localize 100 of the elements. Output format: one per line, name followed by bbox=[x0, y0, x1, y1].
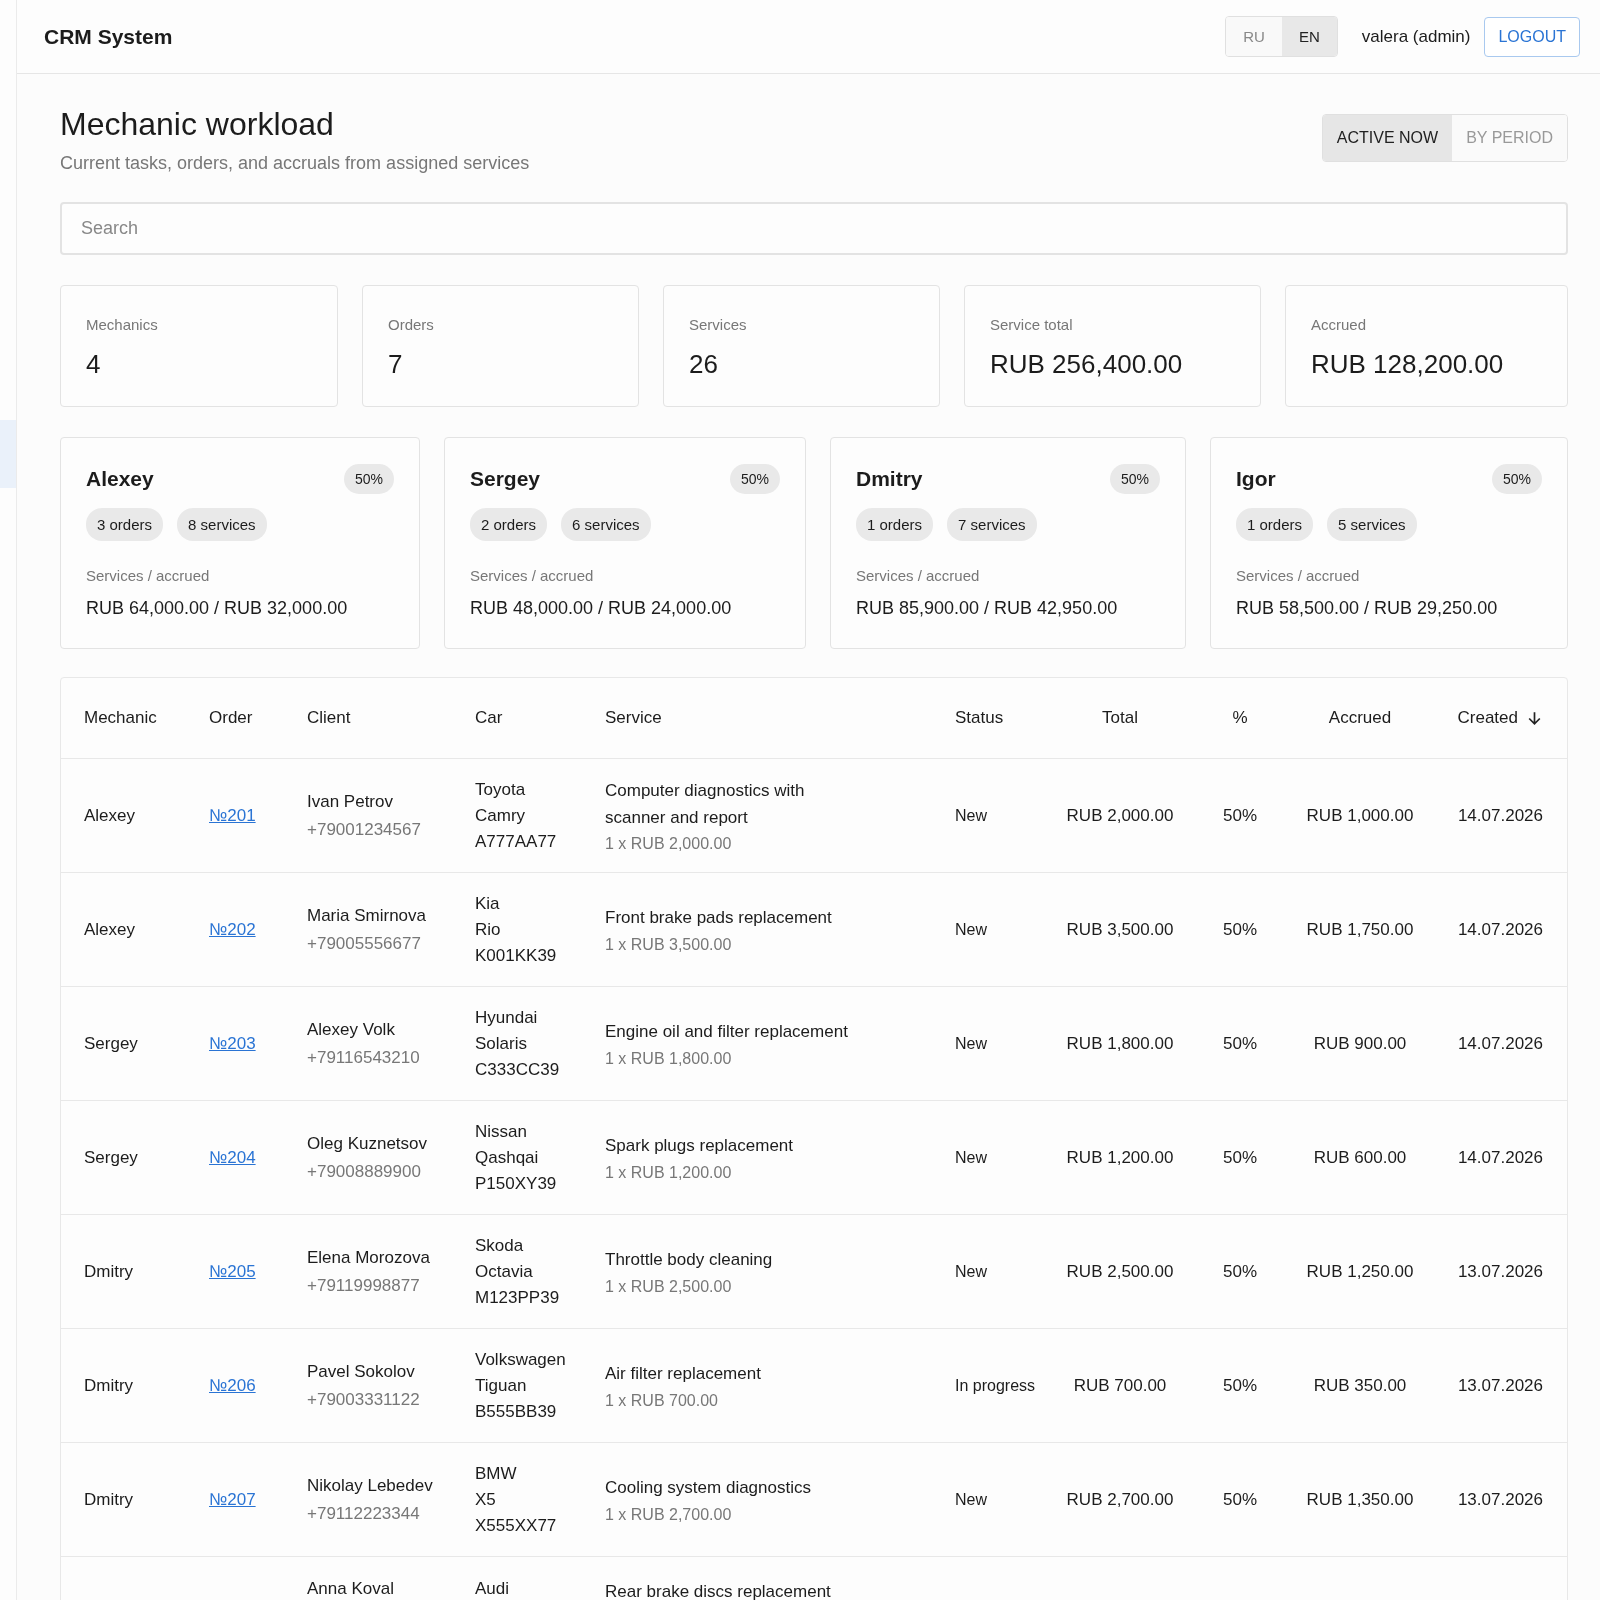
car-info: BMW bbox=[475, 1463, 517, 1484]
total-cell: RUB 700.00 bbox=[1073, 1375, 1167, 1396]
created-cell: 14.07.2026 bbox=[1457, 1033, 1543, 1054]
order-link[interactable]: №207 bbox=[209, 1489, 256, 1510]
accrued-cell: RUB 1,350.00 bbox=[1306, 1489, 1414, 1510]
client-name: Maria Smirnova bbox=[307, 905, 427, 926]
car-info: P150XY39 bbox=[475, 1173, 557, 1194]
created-cell: 13.07.2026 bbox=[1457, 1375, 1543, 1396]
stat-value: 26 bbox=[689, 349, 718, 380]
total-cell: RUB 1,800.00 bbox=[1066, 1033, 1174, 1054]
language-tab[interactable]: RU bbox=[1226, 17, 1282, 56]
client-phone: +79001234567 bbox=[307, 819, 421, 840]
client-phone: +79112223344 bbox=[307, 1503, 420, 1524]
stat-value: RUB 256,400.00 bbox=[990, 349, 1183, 380]
service-name: Computer diagnostics with scanner and report bbox=[605, 780, 806, 829]
car-info: X555XX77 bbox=[475, 1515, 557, 1536]
car-info: Audi bbox=[475, 1579, 510, 1599]
column-header[interactable]: Total bbox=[1102, 708, 1138, 728]
column-header[interactable]: Mechanic bbox=[84, 708, 157, 728]
mechanic-cell: Alexey bbox=[84, 919, 136, 940]
service-name: Cooling system diagnostics bbox=[605, 1477, 811, 1500]
sort-descending-icon[interactable] bbox=[1526, 709, 1543, 727]
totals-label: Services / accrued bbox=[86, 567, 210, 584]
car-info: Toyota bbox=[475, 779, 526, 800]
created-cell: 13.07.2026 bbox=[1457, 1261, 1543, 1282]
service-name: Throttle body cleaning bbox=[605, 1249, 773, 1272]
totals-label: Services / accrued bbox=[856, 567, 980, 584]
accrued-cell: RUB 600.00 bbox=[1313, 1147, 1407, 1168]
service-detail: 1 x RUB 1,800.00 bbox=[605, 1049, 732, 1068]
created-cell: 13.07.2026 bbox=[1457, 1489, 1543, 1510]
car-info: Tiguan bbox=[475, 1375, 527, 1396]
page-subtitle: Current tasks, orders, and accruals from assigned services bbox=[60, 153, 530, 174]
client-phone: +79116543210 bbox=[307, 1047, 420, 1068]
page-title: Mechanic workload bbox=[60, 106, 335, 143]
mechanic-cell: Dmitry bbox=[84, 1261, 134, 1282]
service-detail: 1 x RUB 3,500.00 bbox=[605, 935, 732, 954]
service-detail: 1 x RUB 2,500.00 bbox=[605, 1277, 732, 1296]
percent-cell: 50% bbox=[1223, 1489, 1257, 1510]
client-name: Pavel Sokolov bbox=[307, 1361, 415, 1382]
column-header[interactable]: Service bbox=[605, 708, 662, 728]
orders-count-badge: 2 orders bbox=[470, 508, 548, 541]
order-link[interactable]: №201 bbox=[209, 805, 256, 826]
services-count-badge: 6 services bbox=[561, 508, 651, 541]
percent-cell: 50% bbox=[1223, 1033, 1257, 1054]
totals-value: RUB 85,900.00 / RUB 42,950.00 bbox=[856, 598, 1118, 619]
total-cell: RUB 2,000.00 bbox=[1066, 805, 1174, 826]
car-info: C333CC39 bbox=[475, 1059, 560, 1080]
mechanic-cell: Alexey bbox=[84, 805, 136, 826]
service-detail: 1 x RUB 2,000.00 bbox=[605, 834, 732, 853]
client-name: Elena Morozova bbox=[307, 1247, 430, 1268]
column-header[interactable]: Accrued bbox=[1328, 708, 1392, 728]
column-header[interactable]: Car bbox=[475, 708, 503, 728]
column-header[interactable]: Status bbox=[955, 708, 1004, 728]
service-name: Air filter replacement bbox=[605, 1363, 761, 1386]
totals-value: RUB 64,000.00 / RUB 32,000.00 bbox=[86, 598, 348, 619]
order-link[interactable]: №204 bbox=[209, 1147, 256, 1168]
status-cell: New bbox=[955, 920, 987, 939]
order-link[interactable]: №206 bbox=[209, 1375, 256, 1396]
stat-value: 4 bbox=[86, 349, 101, 380]
column-header[interactable]: Created bbox=[1457, 708, 1518, 728]
services-count-badge: 5 services bbox=[1327, 508, 1417, 541]
column-header[interactable]: Client bbox=[307, 708, 351, 728]
mechanic-name: Alexey bbox=[86, 467, 154, 491]
car-info: X5 bbox=[475, 1489, 496, 1510]
search-field[interactable]: Search bbox=[60, 202, 1568, 255]
status-cell: New bbox=[955, 1262, 987, 1281]
service-detail: 1 x RUB 700.00 bbox=[605, 1391, 718, 1410]
order-link[interactable]: №202 bbox=[209, 919, 256, 940]
user-name: valera (admin) bbox=[1361, 26, 1471, 47]
mechanic-cell: Sergey bbox=[84, 1147, 138, 1168]
car-info: B555BB39 bbox=[475, 1401, 557, 1422]
mode-tab[interactable]: ACTIVE NOW bbox=[1322, 115, 1453, 161]
car-info: Volkswagen bbox=[475, 1349, 566, 1370]
language-tab[interactable]: EN bbox=[1281, 17, 1337, 56]
logout-button[interactable]: LOGOUT bbox=[1484, 16, 1580, 57]
service-name: Engine oil and filter replacement bbox=[605, 1021, 848, 1044]
column-header[interactable]: % bbox=[1232, 708, 1248, 728]
accrued-cell: RUB 1,000.00 bbox=[1306, 805, 1414, 826]
percent-cell: 50% bbox=[1223, 805, 1257, 826]
order-link[interactable]: №205 bbox=[209, 1261, 256, 1282]
total-cell: RUB 2,500.00 bbox=[1066, 1261, 1174, 1282]
order-link[interactable]: №203 bbox=[209, 1033, 256, 1054]
column-header[interactable]: Order bbox=[209, 708, 253, 728]
totals-value: RUB 48,000.00 / RUB 24,000.00 bbox=[470, 598, 732, 619]
mechanic-name: Igor bbox=[1236, 467, 1276, 491]
car-info: K001KK39 bbox=[475, 945, 557, 966]
percent-badge: 50% bbox=[729, 464, 780, 494]
accrued-cell: RUB 1,750.00 bbox=[1306, 919, 1414, 940]
created-cell: 14.07.2026 bbox=[1457, 919, 1543, 940]
percent-badge: 50% bbox=[343, 464, 394, 494]
services-count-badge: 8 services bbox=[177, 508, 267, 541]
status-cell: In progress bbox=[955, 1376, 1036, 1395]
service-detail: 1 x RUB 2,700.00 bbox=[605, 1505, 732, 1524]
status-cell: New bbox=[955, 1148, 987, 1167]
car-info: M123PP39 bbox=[475, 1287, 560, 1308]
percent-cell: 50% bbox=[1223, 1147, 1257, 1168]
total-cell: RUB 3,500.00 bbox=[1066, 919, 1174, 940]
created-cell: 14.07.2026 bbox=[1457, 1147, 1543, 1168]
orders-count-badge: 1 orders bbox=[856, 508, 934, 541]
mechanic-cell: Sergey bbox=[84, 1033, 138, 1054]
